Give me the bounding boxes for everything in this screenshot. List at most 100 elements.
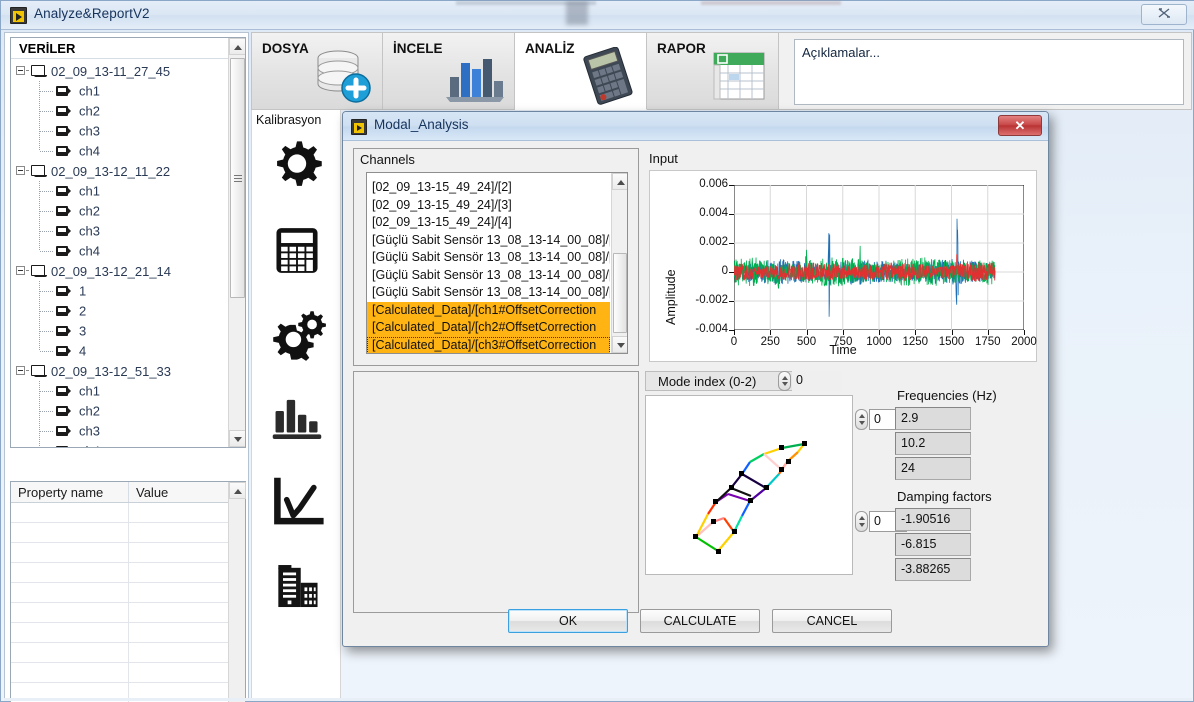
table-row[interactable] — [11, 503, 228, 523]
tree-group[interactable]: 02_09_13-12_11_22 — [11, 161, 227, 181]
tree-scroll-down-button[interactable] — [229, 430, 245, 447]
channel-list-item[interactable]: [Calculated_Data]/[ch2#OffsetCorrection — [367, 319, 610, 337]
channel-list-item[interactable]: [Güçlü Sabit Sensör 13_08_13-14_00_08]/[… — [367, 267, 610, 285]
table-row[interactable] — [11, 663, 228, 683]
ribbon-tab-dosya[interactable]: DOSYA — [251, 32, 383, 110]
window-close-button[interactable] — [1141, 4, 1187, 25]
tree-child[interactable]: ch3 — [11, 421, 227, 441]
channel-list-item[interactable]: [Calculated_Data]/[ch3#OffsetCorrection — [367, 336, 610, 353]
table-row[interactable] — [11, 583, 228, 603]
tree-child[interactable]: ch4 — [11, 241, 227, 261]
tree-scroll-thumb[interactable] — [230, 58, 245, 298]
channels-listbox[interactable]: [02_09_13-15_49_24]/[2] [02_09_13-15_49_2… — [366, 172, 628, 354]
ribbon-tab-rapor[interactable]: RAPOR — [647, 32, 779, 110]
tree-child[interactable]: ch3 — [11, 221, 227, 241]
statusbar — [4, 698, 1192, 701]
calculator-icon — [276, 228, 318, 273]
tree-child[interactable]: ch3 — [11, 121, 227, 141]
rail-button-building[interactable] — [252, 547, 342, 631]
tree-child[interactable]: ch4 — [11, 141, 227, 161]
tree-child[interactable]: 3 — [11, 321, 227, 341]
tree-child[interactable]: ch2 — [11, 201, 227, 221]
tree-scrollbar[interactable] — [228, 38, 245, 447]
collapse-icon[interactable] — [16, 266, 25, 275]
column-header-property-name: Property name — [11, 482, 129, 502]
tree-child[interactable]: ch2 — [11, 401, 227, 421]
table-row[interactable] — [11, 603, 228, 623]
spinner-up-icon[interactable] — [859, 414, 865, 418]
tree-group[interactable]: 02_09_13-11_27_45 — [11, 61, 227, 81]
notes-input[interactable]: Açıklamalar... — [794, 39, 1184, 105]
collapse-icon[interactable] — [16, 166, 25, 175]
mode-shape-plot[interactable] — [645, 395, 853, 575]
spinner-down-icon[interactable] — [859, 421, 865, 425]
table-row[interactable] — [11, 543, 228, 563]
spinner-up-icon[interactable] — [859, 516, 865, 520]
tree-child[interactable]: 4 — [11, 341, 227, 361]
collapse-icon[interactable] — [16, 366, 25, 375]
channels-items[interactable]: [02_09_13-15_49_24]/[2] [02_09_13-15_49_2… — [367, 179, 610, 353]
tree-child[interactable]: ch2 — [11, 101, 227, 121]
channels-scroll-up-button[interactable] — [612, 173, 627, 190]
table-row[interactable] — [11, 643, 228, 663]
tool-rail: Kalibrasyon — [251, 110, 341, 700]
channel-list-item[interactable]: [02_09_13-15_49_24]/[3] — [367, 197, 610, 215]
table-row[interactable] — [11, 623, 228, 643]
channel-list-item[interactable]: [Güçlü Sabit Sensör 13_08_13-14_00_08]/[… — [367, 232, 610, 250]
collapse-icon[interactable] — [16, 66, 25, 75]
input-graph[interactable]: Amplitude 0.006 0.004 0.002 0 -0.002 -0.004 0… — [649, 170, 1037, 362]
tree-scroll-area[interactable]: 02_09_13-11_27_45 ch1 ch2 ch3 ch4 02_09_13-12… — [11, 61, 227, 447]
spinner-down-icon[interactable] — [782, 382, 788, 386]
ribbon-tabs[interactable]: DOSYA İNCELE ANALİZ RAPOR — [251, 32, 779, 110]
ribbon-right-area: Açıklamalar... — [779, 32, 1192, 110]
data-tree[interactable]: VERİLER 02_09_13-11_27_45 ch1 ch2 ch3 ch4 02_… — [10, 37, 246, 448]
mode-index-bar: Mode index (0-2) 0 — [645, 371, 842, 391]
mode-index-spinner[interactable] — [778, 371, 791, 391]
rail-button-line-chart[interactable] — [252, 463, 342, 547]
channel-icon — [56, 446, 71, 447]
channels-scroll-down-button[interactable] — [612, 336, 627, 353]
channel-list-item[interactable]: [02_09_13-15_49_24]/[2] — [367, 179, 610, 197]
tree-child[interactable]: 1 — [11, 281, 227, 301]
channel-list-item[interactable]: [Güçlü Sabit Sensör 13_08_13-14_00_08]/[… — [367, 249, 610, 267]
table-row[interactable] — [11, 563, 228, 583]
channels-scroll-thumb[interactable] — [613, 253, 627, 333]
building-icon — [278, 565, 318, 608]
channels-scrollbar[interactable] — [611, 173, 627, 353]
left-panel: VERİLER 02_09_13-11_27_45 ch1 ch2 ch3 ch4 02_… — [4, 32, 249, 702]
spinner-up-icon[interactable] — [782, 376, 788, 380]
ribbon-tab-anali̇z[interactable]: ANALİZ — [515, 32, 647, 110]
ok-button[interactable]: OK — [508, 609, 628, 633]
tree-child[interactable]: ch1 — [11, 81, 227, 101]
cell-property-name — [11, 543, 129, 562]
tree-child[interactable]: ch4 — [11, 441, 227, 447]
dialog-close-button[interactable]: ✕ — [998, 115, 1042, 136]
spinner-down-icon[interactable] — [859, 523, 865, 527]
rail-button-calculator[interactable] — [252, 211, 342, 295]
frequency-value: 10.2 — [895, 432, 971, 455]
ribbon-tab-i̇ncele[interactable]: İNCELE — [383, 32, 515, 110]
rail-button-gears[interactable] — [252, 295, 342, 379]
calculate-button[interactable]: CALCULATE — [640, 609, 760, 633]
frequencies-spinner[interactable] — [855, 409, 868, 430]
property-table[interactable]: Property name Value — [10, 481, 246, 702]
tree-child[interactable]: ch1 — [11, 381, 227, 401]
damping-spinner[interactable] — [855, 511, 868, 532]
table-row[interactable] — [11, 523, 228, 543]
channel-list-item[interactable]: [Calculated_Data]/[ch1#OffsetCorrection — [367, 301, 610, 319]
property-scroll-up-button[interactable] — [229, 482, 246, 499]
cancel-button[interactable]: CANCEL — [772, 609, 892, 633]
tree-group[interactable]: 02_09_13-12_51_33 — [11, 361, 227, 381]
mode-index-value[interactable]: 0 — [792, 371, 842, 391]
channel-list-item[interactable]: [Güçlü Sabit Sensör 13_08_13-14_00_08]/[… — [367, 284, 610, 302]
close-icon — [1158, 8, 1170, 18]
rail-button-gear[interactable] — [252, 127, 342, 211]
tree-scroll-up-button[interactable] — [229, 38, 245, 55]
tree-child[interactable]: 2 — [11, 301, 227, 321]
tree-group[interactable]: 02_09_13-12_21_14 — [11, 261, 227, 281]
property-scrollbar[interactable] — [228, 482, 246, 702]
channel-list-item[interactable]: [02_09_13-15_49_24]/[4] — [367, 214, 610, 232]
tree-child[interactable]: ch1 — [11, 181, 227, 201]
rail-button-bar-chart[interactable] — [252, 379, 342, 463]
tree-child-label: ch4 — [79, 143, 100, 159]
